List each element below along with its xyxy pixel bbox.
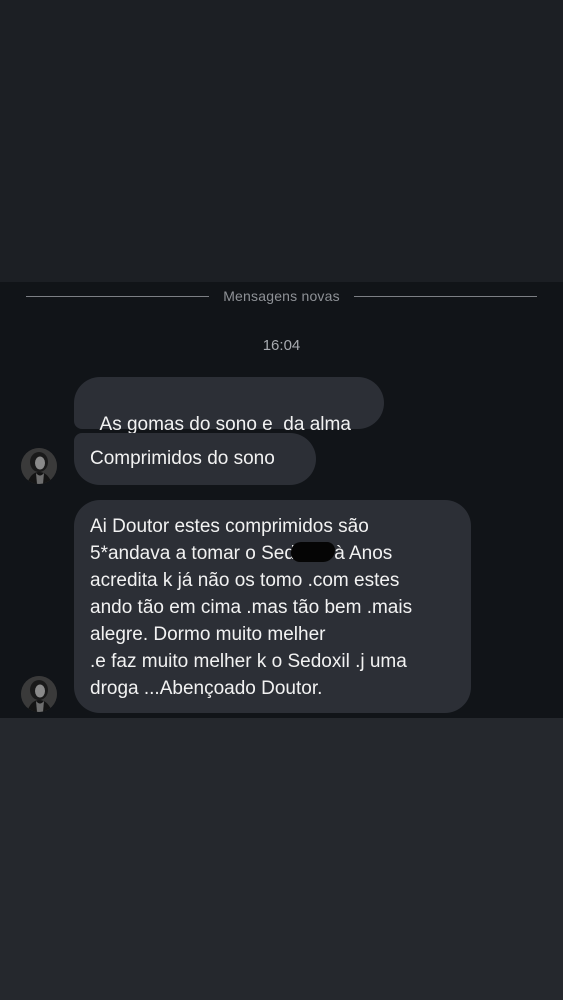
avatar-photo-icon: [21, 676, 57, 712]
empty-chat-history-area: [0, 0, 563, 282]
divider-line-right: [353, 295, 538, 297]
message-text: As gomas do sono e da alma: [99, 414, 351, 435]
message-timestamp: 16:04: [262, 337, 301, 354]
message-text: Comprimidos do sono: [90, 448, 275, 469]
message-line: .e faz muito melher k o Sedoxil .j uma: [90, 651, 407, 672]
avatar-photo-icon: [21, 448, 57, 484]
redaction-scribble: [290, 542, 335, 562]
divider-line-left: [26, 295, 210, 297]
message-bubble[interactable]: Comprimidos do sono: [74, 433, 316, 485]
message-bubble[interactable]: Ai Doutor estes comprimidos são 5*andava…: [74, 500, 471, 713]
message-line: Ai Doutor estes comprimidos são: [90, 516, 369, 537]
message-line: ando tão em cima .mas tão bem .mais: [90, 597, 413, 618]
message-line-part: à Anos: [334, 543, 393, 564]
message-line: acredita k já não os tomo .com estes: [90, 570, 400, 591]
empty-bottom-area: [0, 718, 563, 1000]
new-messages-label: Mensagens novas: [223, 288, 340, 304]
message-bubble[interactable]: As gomas do sono e da alma: [74, 377, 384, 435]
message-line: droga ...Abençoado Doutor.: [90, 678, 323, 699]
new-messages-divider: Mensagens novas: [26, 283, 538, 309]
message-line-part: 5*andava a tomar o Sed: [90, 543, 295, 564]
message-line: alegre. Dormo muito melher: [90, 624, 326, 645]
sender-avatar[interactable]: [21, 676, 57, 712]
message-line-redacted: 5*andava a tomar o Sed à Anos: [90, 540, 461, 567]
sender-avatar[interactable]: [21, 448, 57, 484]
